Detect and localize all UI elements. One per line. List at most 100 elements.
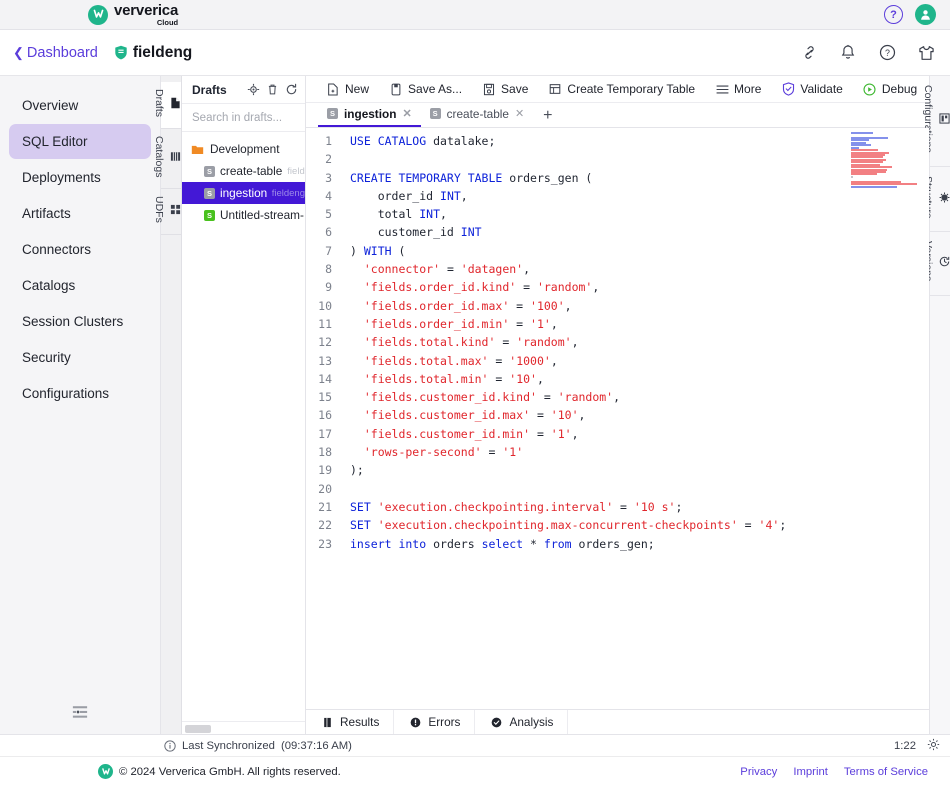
code-editor[interactable]: 1234567891011121314151617181920212223 US… [306, 128, 929, 709]
user-avatar-icon[interactable] [915, 4, 936, 25]
rail-tab-label: Drafts [153, 89, 165, 117]
draft-item-ingestion[interactable]: S ingestion fieldeng [182, 182, 305, 204]
save-button-label: Save [501, 82, 528, 96]
tree-folder-development[interactable]: Development [182, 138, 305, 160]
save-as-button-label: Save As... [408, 82, 462, 96]
terms-of-service-link[interactable]: Terms of Service [844, 766, 928, 778]
locate-icon[interactable] [247, 83, 261, 97]
validate-button-label: Validate [800, 82, 842, 96]
sidebar-spacer [0, 412, 160, 690]
brand-bar: ververica Cloud ? [0, 0, 950, 30]
sidebar-item-artifacts[interactable]: Artifacts [9, 196, 151, 231]
rail-tab-structure[interactable]: Structure [930, 167, 950, 233]
left-vertical-rail: Drafts Catalogs UDFs [161, 76, 182, 734]
question-circle-icon[interactable]: ? [878, 44, 896, 62]
tab-ingestion[interactable]: S ingestion ✕ [318, 102, 421, 127]
sidebar-item-label: SQL Editor [22, 134, 88, 149]
new-file-icon [326, 82, 340, 96]
status-right-group: 1:22 [894, 738, 940, 754]
draft-item-create-table[interactable]: S create-table field [182, 160, 305, 182]
help-button[interactable]: ? [884, 5, 903, 24]
tab-errors[interactable]: Errors [394, 710, 475, 735]
cursor-position: 1:22 [894, 740, 916, 752]
new-button[interactable]: New [316, 76, 379, 103]
page-footer: © 2024 Ververica GmbH. All rights reserv… [0, 756, 950, 786]
privacy-link[interactable]: Privacy [740, 766, 777, 778]
link-icon[interactable] [800, 44, 818, 62]
file-icon [170, 97, 181, 109]
result-tab-bar: Results Errors Analysis [306, 709, 929, 734]
rail-tab-catalogs[interactable]: Catalogs [161, 129, 181, 189]
ververica-logo[interactable]: ververica Cloud [88, 3, 178, 27]
copyright-text: © 2024 Ververica GmbH. All rights reserv… [119, 766, 341, 778]
grid-icon [170, 204, 181, 215]
sliders-icon [939, 113, 950, 124]
tab-results[interactable]: Results [306, 710, 394, 735]
footer-copyright: © 2024 Ververica GmbH. All rights reserv… [98, 764, 341, 779]
bell-icon[interactable] [839, 44, 857, 62]
sql-badge: S [204, 166, 215, 177]
structure-icon [939, 192, 950, 203]
sql-code-content[interactable]: USE CATALOG datalake; CREATE TEMPORARY T… [338, 132, 929, 709]
sidebar-item-sql-editor[interactable]: SQL Editor [9, 124, 151, 159]
trash-icon[interactable] [266, 83, 280, 97]
draft-item-workspace: fieldeng [272, 188, 305, 199]
draft-item-workspace: field [287, 166, 304, 177]
gear-icon[interactable] [927, 738, 940, 754]
rail-tab-label: Catalogs [153, 136, 165, 177]
more-button[interactable]: More [705, 76, 771, 103]
sidebar-item-configurations[interactable]: Configurations [9, 376, 151, 411]
sidebar-item-connectors[interactable]: Connectors [9, 232, 151, 267]
info-icon [164, 740, 176, 752]
back-to-dashboard-link[interactable]: ❮ Dashboard [13, 45, 98, 61]
draft-item-untitled-stream[interactable]: S Untitled-stream- [182, 204, 305, 226]
history-icon [939, 256, 950, 267]
rail-tab-drafts[interactable]: Drafts [161, 82, 181, 129]
new-tab-button[interactable]: + [533, 108, 562, 124]
scrollbar-thumb[interactable] [185, 725, 211, 733]
sidebar-item-security[interactable]: Security [9, 340, 151, 375]
code-editor-area[interactable]: 1234567891011121314151617181920212223 US… [306, 128, 929, 709]
drafts-search-row [182, 104, 305, 132]
shirt-icon[interactable] [917, 44, 935, 62]
close-icon[interactable]: ✕ [402, 107, 411, 120]
ververica-logo-icon [88, 5, 108, 25]
drafts-horizontal-scrollbar[interactable] [182, 721, 305, 734]
tab-create-table[interactable]: S create-table ✕ [421, 102, 534, 127]
app-root: ververica Cloud ? ❮ Dashboard fieldeng [0, 0, 950, 786]
debug-button-label: Debug [882, 82, 917, 96]
sidebar-item-overview[interactable]: Overview [9, 88, 151, 123]
save-as-button[interactable]: Save As... [379, 76, 472, 103]
save-button[interactable]: Save [472, 76, 538, 103]
new-button-label: New [345, 82, 369, 96]
rail-tab-versions[interactable]: Versions [930, 232, 950, 295]
menu-icon [715, 82, 729, 96]
rail-tab-configurations[interactable]: Configurations [930, 76, 950, 167]
debug-button[interactable]: Debug [853, 76, 927, 103]
sidebar-item-session-clusters[interactable]: Session Clusters [9, 304, 151, 339]
tab-label: ingestion [344, 107, 396, 121]
editor-tab-bar: S ingestion ✕ S create-table ✕ + [306, 103, 929, 128]
analysis-icon [489, 715, 503, 729]
sql-badge: S [204, 188, 215, 199]
sidebar-item-deployments[interactable]: Deployments [9, 160, 151, 195]
validate-button[interactable]: Validate [771, 76, 852, 103]
rail-tab-udfs[interactable]: UDFs [161, 189, 181, 235]
sync-time: (09:37:16 AM) [281, 740, 352, 752]
editor-toolbar: New Save As... Save [306, 76, 929, 103]
drafts-header: Drafts [182, 76, 305, 104]
tab-analysis[interactable]: Analysis [475, 710, 568, 735]
sidebar-item-catalogs[interactable]: Catalogs [9, 268, 151, 303]
sidebar-collapse-row [0, 690, 160, 734]
close-icon[interactable]: ✕ [515, 107, 524, 120]
play-circle-icon [863, 82, 877, 96]
imprint-link[interactable]: Imprint [793, 766, 828, 778]
draft-item-name: create-table [220, 164, 282, 178]
refresh-icon[interactable] [285, 83, 299, 97]
tab-label: Analysis [509, 715, 553, 729]
collapse-panel-icon[interactable] [72, 705, 88, 719]
workspace-header-actions: ? [800, 44, 935, 62]
create-temporary-table-button[interactable]: Create Temporary Table [538, 76, 705, 103]
folder-icon [191, 144, 204, 155]
sql-badge: S [327, 108, 338, 119]
